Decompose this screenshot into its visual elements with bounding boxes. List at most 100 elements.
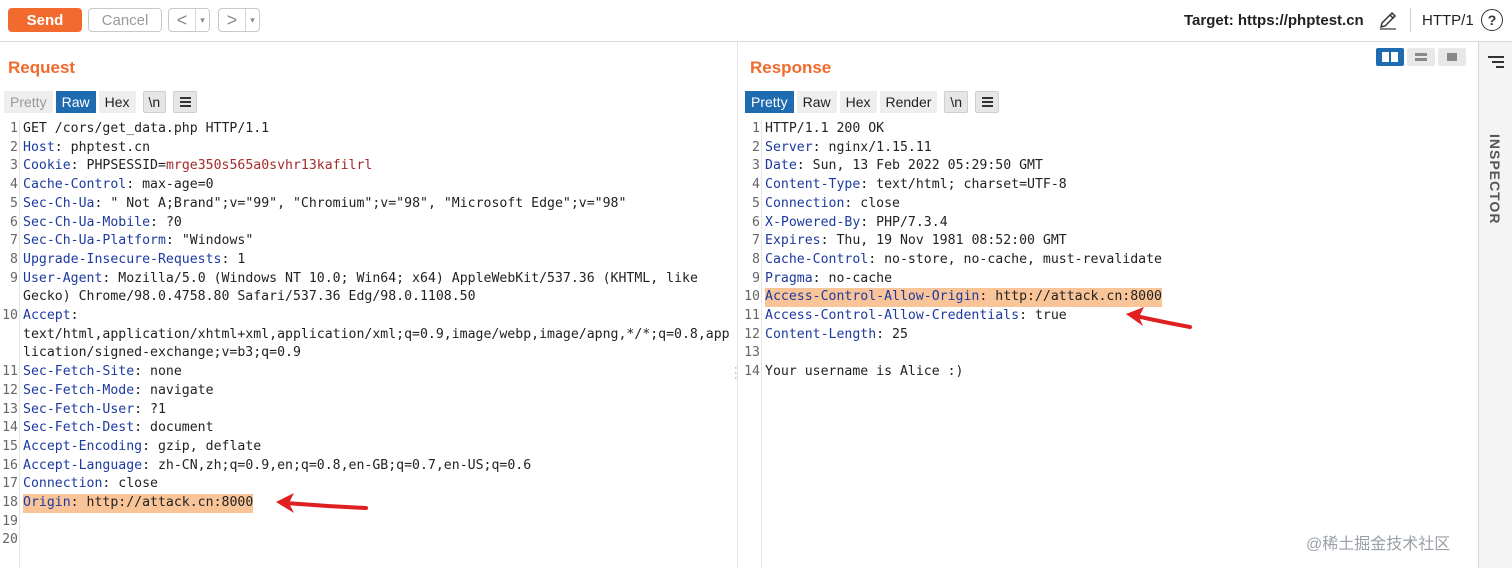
watermark: @稀土掘金技术社区 [1306, 536, 1451, 553]
header-name: Sec-Fetch-User [23, 401, 135, 417]
line-content: Content-Length: 25 [765, 326, 908, 342]
target-label: Target: https://phptest.cn [1184, 12, 1364, 29]
header-name: Expires [765, 233, 821, 249]
header-name: Sec-Ch-Ua-Platform [23, 233, 166, 249]
response-tab-pretty[interactable]: Pretty [745, 91, 794, 113]
response-newline-toggle[interactable]: \n [944, 91, 969, 113]
header-name: Cache-Control [765, 251, 869, 267]
line-number: 19 [2, 513, 18, 529]
layout-split-columns-icon[interactable] [1376, 48, 1404, 66]
layout-single-icon[interactable] [1438, 48, 1466, 66]
header-name: Date [765, 158, 797, 174]
line-content: Access-Control-Allow-Origin: http://atta… [765, 288, 1162, 307]
forward-nav-group[interactable]: > ▾ [218, 8, 260, 32]
request-tab-raw[interactable]: Raw [55, 91, 96, 113]
forward-dropdown-icon[interactable]: ▾ [245, 9, 259, 31]
response-tab-hex[interactable]: Hex [839, 91, 877, 113]
cookie-value: mrge350s565a0svhr13kafilrl [165, 158, 373, 174]
line-content: Gecko) Chrome/98.0.4758.80 Safari/537.36… [23, 288, 476, 307]
line-number: 14 [2, 420, 18, 436]
request-tab-pretty[interactable]: Pretty [4, 91, 53, 113]
line-text: Gecko) Chrome/98.0.4758.80 Safari/537.36… [23, 289, 476, 305]
forward-arrow-icon[interactable]: > [219, 9, 245, 31]
line-number: 5 [10, 195, 18, 211]
line-number: 14 [744, 364, 760, 380]
line-content: lication/signed-exchange;v=b3;q=0.9 [23, 344, 301, 363]
header-name: Cache-Control [23, 177, 127, 193]
pane-resize-handle[interactable]: · · · [734, 363, 738, 384]
header-value: zh-CN,zh;q=0.9,en;q=0.8,en-GB;q=0.7,en-U… [150, 457, 532, 473]
request-title: Request [8, 58, 76, 77]
pane-divider[interactable] [737, 42, 738, 568]
line-content: text/html,application/xhtml+xml,applicat… [23, 326, 730, 345]
header-value: nginx/1.15.11 [820, 139, 932, 155]
header-name: Content-Type [765, 177, 861, 193]
annotation-arrow-request [276, 493, 368, 513]
top-toolbar: Send Cancel < ▾ > ▾ Target: https://phpt… [0, 0, 1512, 42]
back-arrow-icon[interactable]: < [169, 9, 195, 31]
header-name: Connection [765, 195, 845, 211]
request-tab-hex[interactable]: Hex [98, 91, 136, 113]
header-value: no-cache [820, 270, 893, 286]
line-content: Cache-Control: no-store, no-cache, must-… [765, 251, 1162, 267]
annotation-arrow-response [1126, 307, 1192, 329]
request-newline-toggle[interactable]: \n [142, 91, 167, 113]
header-name: X-Powered-By [765, 214, 861, 230]
inspector-label[interactable]: INSPECTOR [1487, 134, 1503, 224]
header-name: Host [23, 139, 55, 155]
layout-toggle [1376, 48, 1466, 66]
pencil-icon[interactable] [1378, 10, 1398, 30]
header-value: navigate [142, 382, 214, 398]
back-nav-group[interactable]: < ▾ [168, 8, 210, 32]
header-name: Accept-Encoding [23, 438, 143, 454]
header-name: Access-Control-Allow-Origin [765, 289, 980, 305]
back-dropdown-icon[interactable]: ▾ [195, 9, 209, 31]
response-menu-icon[interactable] [975, 91, 1000, 113]
line-number: 18 [2, 495, 18, 510]
send-button[interactable]: Send [8, 8, 82, 32]
line-content: Accept-Language: zh-CN,zh;q=0.9,en;q=0.8… [23, 457, 532, 473]
line-number: 5 [752, 195, 760, 211]
line-number: 9 [752, 270, 760, 286]
line-text: lication/signed-exchange;v=b3;q=0.9 [23, 345, 301, 361]
header-name: Content-Length [765, 326, 877, 342]
line-content: User-Agent: Mozilla/5.0 (Windows NT 10.0… [23, 270, 698, 286]
header-name: Sec-Fetch-Site [23, 364, 135, 380]
header-name: Sec-Ch-Ua [23, 195, 95, 211]
http-version-selector[interactable]: HTTP/1 [1422, 12, 1474, 29]
inspector-sidebar: INSPECTOR [1478, 42, 1512, 568]
line-content: Pragma: no-cache [765, 270, 893, 286]
request-menu-icon[interactable] [173, 91, 198, 113]
header-value: http://attack.cn:8000 [987, 289, 1162, 305]
request-tabs: Pretty Raw Hex \n [4, 91, 198, 113]
response-tab-raw[interactable]: Raw [796, 91, 837, 113]
toolbar-divider [1410, 8, 1411, 32]
header-name: Connection [23, 476, 103, 492]
line-content: Connection: close [765, 195, 900, 211]
inspector-menu-icon[interactable] [1488, 56, 1504, 71]
line-number: 3 [752, 158, 760, 174]
header-value: close [852, 195, 900, 211]
header-value: http://attack.cn:8000 [78, 495, 254, 510]
layout-split-rows-icon[interactable] [1407, 48, 1435, 66]
header-name: Cookie [23, 158, 71, 174]
line-content: Sec-Fetch-Site: none [23, 364, 182, 380]
help-icon[interactable]: ? [1481, 9, 1503, 31]
header-value: gzip, deflate [150, 438, 262, 454]
cancel-button[interactable]: Cancel [88, 8, 162, 32]
header-name: Origin [23, 495, 71, 510]
header-value: ?0 [158, 214, 182, 230]
line-content: Content-Type: text/html; charset=UTF-8 [765, 177, 1067, 193]
line-number: 11 [744, 308, 760, 323]
header-value: no-store, no-cache, must-revalidate [876, 251, 1162, 267]
line-content: X-Powered-By: PHP/7.3.4 [765, 214, 948, 230]
line-number: 1 [10, 121, 18, 136]
line-content: Sec-Ch-Ua-Mobile: ?0 [23, 214, 182, 230]
header-name: Accept [23, 308, 71, 323]
response-tab-render[interactable]: Render [879, 91, 938, 113]
line-content: Sec-Fetch-Mode: navigate [23, 382, 214, 398]
header-value: PHPSESSID= [78, 158, 166, 174]
line-number: 20 [2, 532, 18, 548]
line-number: 3 [10, 158, 18, 174]
header-value: ?1 [142, 401, 166, 417]
